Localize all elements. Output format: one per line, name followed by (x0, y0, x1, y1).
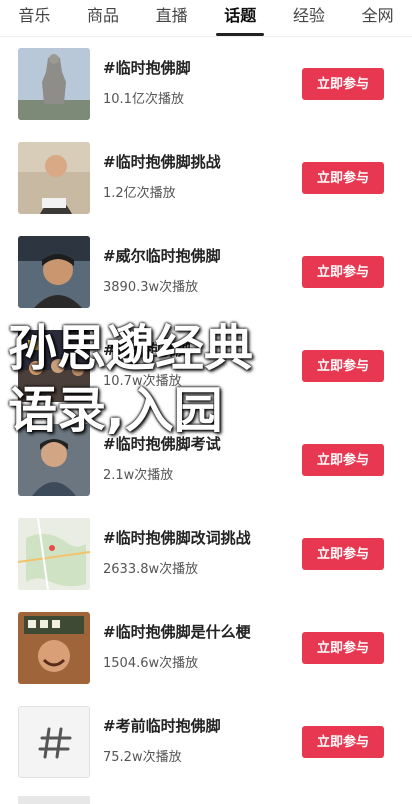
tab-all-web[interactable]: 全网 (356, 0, 400, 36)
join-button[interactable]: 立即参与 (302, 162, 384, 194)
tab-live[interactable]: 直播 (150, 0, 194, 36)
topic-row[interactable]: #威尔临时抱佛脚 3890.3w次播放 立即参与 (0, 224, 412, 318)
next-thumbnail-edge (18, 796, 90, 804)
topic-row[interactable]: #临时抱佛脚改词挑战 2633.8w次播放 立即参与 (0, 506, 412, 600)
tab-experience[interactable]: 经验 (287, 0, 331, 36)
map-photo-icon (18, 518, 90, 590)
topic-title: #考前临时抱佛脚 (103, 717, 221, 735)
topic-title: #临时抱佛脚考试 (103, 435, 221, 453)
topic-play-count: 10.1亿次播放 (103, 92, 184, 107)
category-tab-bar: 音乐 商品 直播 话题 经验 全网 (0, 0, 412, 37)
topic-play-count: 1.2亿次播放 (103, 186, 176, 201)
topic-play-count: 2.1w次播放 (103, 468, 174, 483)
tab-topics[interactable]: 话题 (216, 0, 265, 36)
topic-title: #临时抱佛脚改词挑战 (103, 529, 251, 547)
topic-play-count: 75.2w次播放 (103, 750, 182, 765)
person-photo-icon (18, 142, 90, 214)
join-button[interactable]: 立即参与 (302, 350, 384, 382)
topic-row[interactable]: #临时抱佛脚 10.1亿次播放 立即参与 (0, 36, 412, 130)
topic-title: #临时抱佛脚 (103, 341, 191, 359)
topic-play-count: 1504.6w次播放 (103, 656, 199, 671)
topic-title: #临时抱佛脚是什么梗 (103, 623, 251, 641)
topic-title: #威尔临时抱佛脚 (103, 247, 221, 265)
join-button[interactable]: 立即参与 (302, 726, 384, 758)
topic-list: #临时抱佛脚 10.1亿次播放 立即参与 #临时抱佛脚挑战 1.2亿次播放 立即… (0, 36, 412, 788)
person-photo-icon (18, 236, 90, 308)
topic-play-count: 2633.8w次播放 (103, 562, 199, 577)
topic-row[interactable]: #临时抱佛脚 10.7w次播放 立即参与 (0, 318, 412, 412)
topic-title: #临时抱佛脚挑战 (103, 153, 221, 171)
join-button[interactable]: 立即参与 (302, 538, 384, 570)
topic-play-count: 10.7w次播放 (103, 374, 182, 389)
topic-play-count: 3890.3w次播放 (103, 280, 199, 295)
hashtag-icon (18, 706, 90, 778)
statue-photo-icon (18, 48, 90, 120)
person-photo-icon (18, 424, 90, 496)
person-photo-icon (18, 612, 90, 684)
topic-title: #临时抱佛脚 (103, 59, 191, 77)
join-button[interactable]: 立即参与 (302, 632, 384, 664)
topic-row[interactable]: #考前临时抱佛脚 75.2w次播放 立即参与 (0, 694, 412, 788)
join-button[interactable]: 立即参与 (302, 256, 384, 288)
join-button[interactable]: 立即参与 (302, 68, 384, 100)
tab-products[interactable]: 商品 (81, 0, 125, 36)
crowd-photo-icon (18, 330, 90, 402)
tab-music[interactable]: 音乐 (12, 0, 56, 36)
join-button[interactable]: 立即参与 (302, 444, 384, 476)
topic-row[interactable]: #临时抱佛脚考试 2.1w次播放 立即参与 (0, 412, 412, 506)
topic-row[interactable]: #临时抱佛脚是什么梗 1504.6w次播放 立即参与 (0, 600, 412, 694)
topic-row[interactable]: #临时抱佛脚挑战 1.2亿次播放 立即参与 (0, 130, 412, 224)
